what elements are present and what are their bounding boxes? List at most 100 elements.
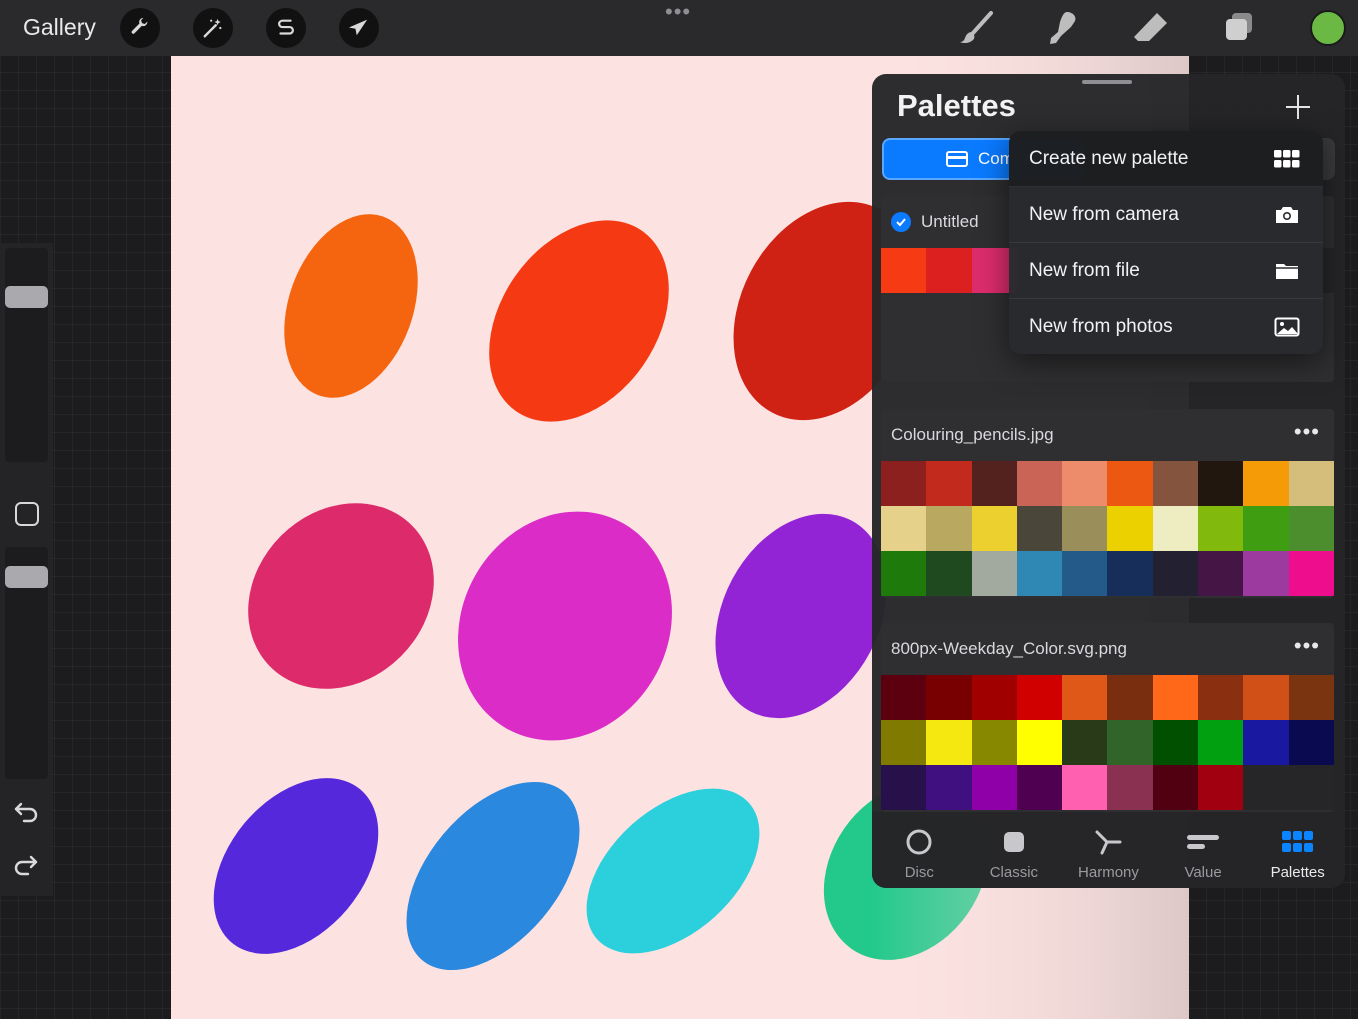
color-swatch[interactable] xyxy=(1243,461,1289,506)
color-swatch[interactable] xyxy=(881,720,927,765)
actions-button[interactable] xyxy=(120,8,160,48)
color-swatch[interactable] xyxy=(1288,461,1334,506)
color-swatch[interactable] xyxy=(1243,720,1289,765)
color-swatch[interactable] xyxy=(971,675,1017,720)
color-swatch[interactable] xyxy=(1198,675,1244,720)
menu-new-from-camera[interactable]: New from camera xyxy=(1009,187,1323,243)
layers-button[interactable] xyxy=(1219,8,1259,48)
color-swatch[interactable] xyxy=(1016,720,1063,765)
brush-icon xyxy=(960,11,993,44)
color-swatch[interactable] xyxy=(1107,461,1153,506)
tab-classic[interactable]: Classic xyxy=(967,812,1062,888)
color-swatch[interactable] xyxy=(881,248,927,293)
brush-size-slider[interactable] xyxy=(5,248,48,462)
color-swatch[interactable] xyxy=(1152,675,1199,720)
color-swatch[interactable] xyxy=(881,675,927,720)
color-swatch[interactable] xyxy=(1016,551,1063,596)
palette-more-icon[interactable]: ••• xyxy=(1294,635,1320,657)
color-swatch[interactable] xyxy=(1198,551,1244,596)
menu-new-from-file[interactable]: New from file xyxy=(1009,243,1323,299)
color-swatch[interactable] xyxy=(881,765,927,810)
tab-value[interactable]: Value xyxy=(1156,812,1251,888)
tab-palettes[interactable]: Palettes xyxy=(1250,812,1345,888)
color-swatch[interactable] xyxy=(1198,506,1244,551)
empty-swatch[interactable] xyxy=(1243,765,1289,810)
color-swatch[interactable] xyxy=(1152,506,1199,551)
brush-size-thumb[interactable] xyxy=(5,286,48,308)
color-swatch[interactable] xyxy=(1243,675,1289,720)
brush-tool[interactable] xyxy=(956,8,996,48)
palette-more-icon[interactable]: ••• xyxy=(1294,421,1320,443)
color-swatch[interactable] xyxy=(1062,551,1108,596)
color-swatch[interactable] xyxy=(1288,551,1334,596)
color-swatch[interactable] xyxy=(1107,506,1153,551)
color-swatch[interactable] xyxy=(971,765,1017,810)
color-swatch[interactable] xyxy=(1243,506,1289,551)
menu-new-from-photos[interactable]: New from photos xyxy=(1009,299,1323,354)
color-swatch[interactable] xyxy=(971,551,1017,596)
color-swatch[interactable] xyxy=(881,551,927,596)
palette-header[interactable]: 800px-Weekday_Color.svg.png ••• xyxy=(881,623,1334,675)
color-swatch[interactable] xyxy=(926,551,972,596)
color-swatch[interactable] xyxy=(1288,506,1334,551)
color-swatch[interactable] xyxy=(1198,461,1244,506)
color-swatch[interactable] xyxy=(1016,461,1063,506)
color-swatch[interactable] xyxy=(1062,720,1108,765)
color-swatch[interactable] xyxy=(1016,675,1063,720)
color-swatch[interactable] xyxy=(1288,675,1334,720)
add-palette-button[interactable] xyxy=(1284,93,1312,121)
selection-button[interactable] xyxy=(266,8,306,48)
palette-name: Colouring_pencils.jpg xyxy=(891,425,1054,444)
color-swatch[interactable] xyxy=(1062,675,1108,720)
menu-label: New from camera xyxy=(1029,203,1179,225)
color-swatch[interactable] xyxy=(971,506,1017,551)
color-swatch[interactable] xyxy=(926,720,972,765)
opacity-thumb[interactable] xyxy=(5,566,48,588)
modify-button[interactable] xyxy=(15,502,39,526)
adjustments-button[interactable] xyxy=(193,8,233,48)
color-swatch[interactable] xyxy=(1016,506,1063,551)
color-swatch[interactable] xyxy=(926,461,972,506)
color-swatch[interactable] xyxy=(1062,765,1108,810)
color-swatch[interactable] xyxy=(1198,765,1244,810)
color-swatch[interactable] xyxy=(1152,551,1199,596)
palette-header[interactable]: Colouring_pencils.jpg ••• xyxy=(881,409,1334,461)
tab-label: Disc xyxy=(904,864,934,881)
paint-blob xyxy=(489,220,669,422)
color-swatch[interactable] xyxy=(1016,765,1063,810)
color-swatch[interactable] xyxy=(1107,720,1153,765)
color-swatch[interactable] xyxy=(881,506,927,551)
gallery-button[interactable]: Gallery xyxy=(23,14,96,41)
color-swatch[interactable] xyxy=(1062,461,1108,506)
color-swatch[interactable] xyxy=(1198,720,1244,765)
color-swatch[interactable] xyxy=(926,765,972,810)
color-swatch[interactable] xyxy=(926,675,972,720)
color-swatch[interactable] xyxy=(1107,675,1153,720)
more-options-icon[interactable]: ••• xyxy=(665,1,693,23)
menu-create-new-palette[interactable]: Create new palette xyxy=(1009,131,1323,187)
color-swatch[interactable] xyxy=(971,461,1017,506)
empty-swatch[interactable] xyxy=(1288,765,1334,810)
color-picker-button[interactable] xyxy=(1310,10,1346,46)
tab-harmony[interactable]: Harmony xyxy=(1061,812,1156,888)
color-swatch[interactable] xyxy=(1152,720,1199,765)
color-swatch[interactable] xyxy=(971,720,1017,765)
color-swatch[interactable] xyxy=(1107,551,1153,596)
eraser-tool[interactable] xyxy=(1131,8,1171,48)
color-swatch[interactable] xyxy=(1062,506,1108,551)
transform-button[interactable] xyxy=(339,8,379,48)
color-swatch[interactable] xyxy=(926,248,972,293)
redo-button[interactable] xyxy=(12,849,40,877)
tab-disc[interactable]: Disc xyxy=(872,812,967,888)
color-swatch[interactable] xyxy=(1152,461,1199,506)
undo-button[interactable] xyxy=(12,796,40,824)
color-swatch[interactable] xyxy=(881,461,927,506)
smudge-tool[interactable] xyxy=(1043,8,1083,48)
color-swatch[interactable] xyxy=(926,506,972,551)
paint-blob xyxy=(458,511,672,741)
color-swatch[interactable] xyxy=(1152,765,1199,810)
panel-grabber[interactable] xyxy=(1082,80,1132,84)
color-swatch[interactable] xyxy=(1243,551,1289,596)
color-swatch[interactable] xyxy=(1288,720,1334,765)
color-swatch[interactable] xyxy=(1107,765,1153,810)
